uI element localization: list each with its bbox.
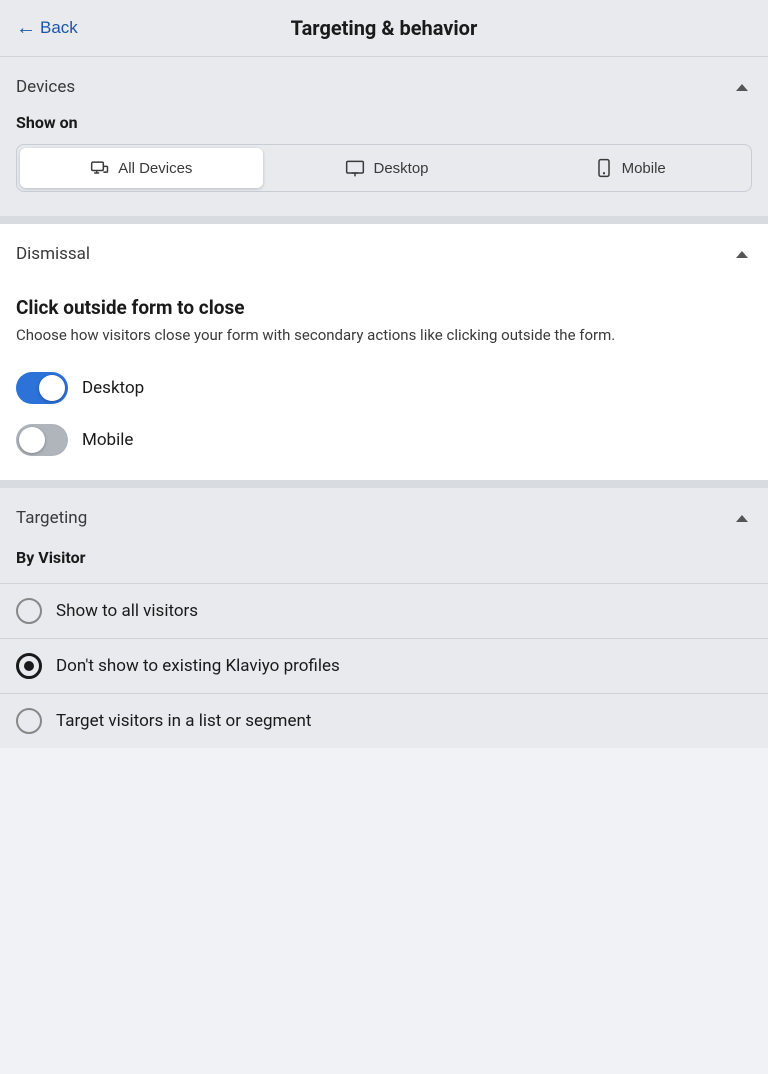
radio-list-segment[interactable] <box>16 708 42 734</box>
dismissal-section: Dismissal Click outside form to close Ch… <box>0 224 768 480</box>
tab-mobile-label: Mobile <box>622 160 666 177</box>
separator-1 <box>0 216 768 224</box>
devices-section-header: Devices <box>0 57 768 113</box>
separator-2 <box>0 480 768 488</box>
mobile-icon <box>594 158 614 178</box>
radio-all-visitors[interactable] <box>16 598 42 624</box>
tab-desktop[interactable]: Desktop <box>266 145 509 191</box>
desktop-icon <box>345 158 365 178</box>
header: ← Back Targeting & behavior <box>0 0 768 57</box>
desktop-toggle-knob <box>39 375 65 401</box>
radio-no-existing[interactable] <box>16 653 42 679</box>
targeting-chevron-icon[interactable] <box>732 508 752 528</box>
radio-no-existing-label: Don't show to existing Klaviyo profiles <box>56 656 340 676</box>
back-arrow-icon: ← <box>16 17 36 40</box>
dismissal-section-header: Dismissal <box>0 224 768 280</box>
devices-section-title: Devices <box>16 77 75 97</box>
mobile-toggle[interactable] <box>16 424 68 456</box>
device-tabs: All Devices Desktop Mobile <box>16 144 752 192</box>
dismissal-description: Choose how visitors close your form with… <box>16 325 752 346</box>
show-on-label: Show on <box>16 113 752 132</box>
page-title: Targeting & behavior <box>291 16 478 40</box>
tab-all-devices-label: All Devices <box>118 160 192 177</box>
mobile-toggle-row: Mobile <box>0 414 768 480</box>
targeting-section-header: Targeting <box>0 488 768 544</box>
targeting-section: Targeting By Visitor Show to all visitor… <box>0 488 768 748</box>
radio-list-segment-label: Target visitors in a list or segment <box>56 711 311 731</box>
dismissal-section-title: Dismissal <box>16 244 90 264</box>
tab-desktop-label: Desktop <box>373 160 428 177</box>
radio-row-no-existing[interactable]: Don't show to existing Klaviyo profiles <box>0 638 768 693</box>
back-label: Back <box>40 18 78 38</box>
mobile-toggle-knob <box>19 427 45 453</box>
tab-all-devices[interactable]: All Devices <box>20 148 263 188</box>
devices-chevron-icon[interactable] <box>732 77 752 97</box>
devices-section-content: Show on All Devices <box>0 113 768 216</box>
all-devices-icon <box>90 158 110 178</box>
dismissal-content: Click outside form to close Choose how v… <box>0 280 768 362</box>
devices-section: Devices Show on All Devices <box>0 57 768 216</box>
desktop-toggle-label: Desktop <box>82 378 144 398</box>
mobile-toggle-label: Mobile <box>82 430 133 450</box>
back-button[interactable]: ← Back <box>16 17 78 40</box>
radio-row-list-segment[interactable]: Target visitors in a list or segment <box>0 693 768 748</box>
dismissal-heading: Click outside form to close <box>16 296 752 319</box>
by-visitor-label: By Visitor <box>0 544 768 583</box>
desktop-toggle[interactable] <box>16 372 68 404</box>
dismissal-chevron-icon[interactable] <box>732 244 752 264</box>
radio-all-visitors-label: Show to all visitors <box>56 601 198 621</box>
desktop-toggle-row: Desktop <box>0 362 768 414</box>
radio-row-all-visitors[interactable]: Show to all visitors <box>0 583 768 638</box>
targeting-section-title: Targeting <box>16 508 87 528</box>
tab-mobile[interactable]: Mobile <box>508 145 751 191</box>
